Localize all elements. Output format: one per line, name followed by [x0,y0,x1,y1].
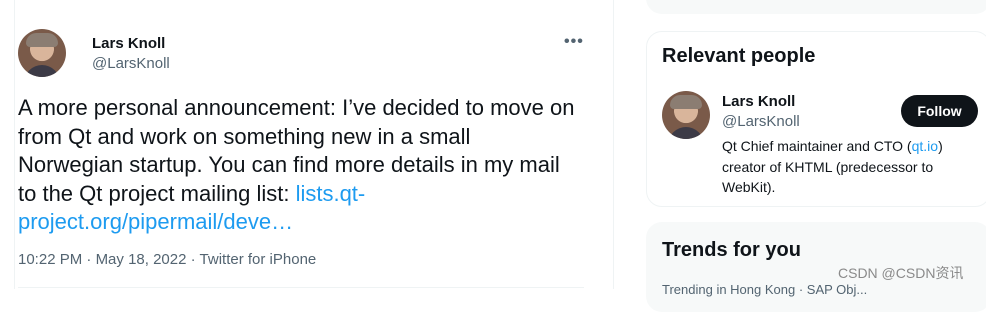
author-avatar[interactable] [18,29,66,77]
relevant-people-title: Relevant people [662,45,816,67]
follow-button[interactable]: Follow [901,95,978,127]
trends-title: Trends for you [662,239,801,261]
author-handle[interactable]: @LarsKnoll [92,55,170,72]
avatar-shirt [24,65,60,77]
trend-item[interactable]: Trending in Hong Kong · SAP Obj... [662,282,867,297]
bio-link[interactable]: qt.io [912,138,938,154]
person-handle[interactable]: @LarsKnoll [722,113,800,130]
person-bio: Qt Chief maintainer and CTO (qt.io) crea… [722,136,972,198]
tweet-meta: 10:22 PM · May 18, 2022 · Twitter for iP… [18,251,316,268]
person-avatar[interactable] [662,91,710,139]
author-name[interactable]: Lars Knoll [92,35,165,52]
meta-separator: · [86,251,92,268]
sidebar-card-top [646,0,986,14]
tweet-text: A more personal announcement: I’ve decid… [18,94,578,237]
more-horizontal-icon[interactable]: ••• [564,33,584,51]
bio-text: Qt Chief maintainer and CTO ( [722,138,912,154]
person-name[interactable]: Lars Knoll [722,93,795,110]
avatar-hair [670,95,702,109]
watermark: CSDN @CSDN资讯 [838,265,964,281]
tweet-time[interactable]: 10:22 PM [18,251,82,268]
avatar-hair [26,33,58,47]
avatar-shirt [668,127,704,139]
meta-separator: · [190,251,196,268]
tweet-date[interactable]: May 18, 2022 [96,251,187,268]
tweet-source: Twitter for iPhone [199,251,317,268]
divider [18,287,584,288]
